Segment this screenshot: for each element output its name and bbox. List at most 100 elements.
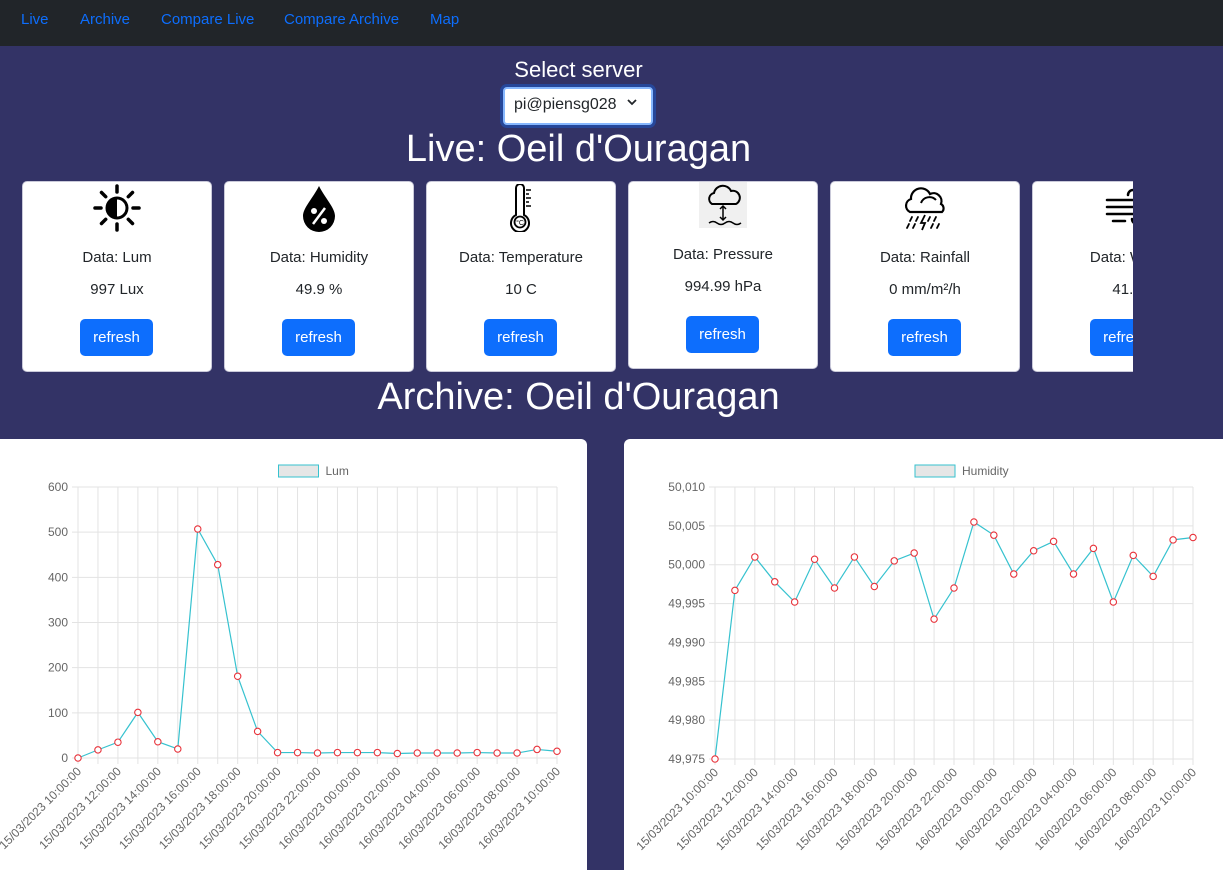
card-label: Data: Wind <box>1089 249 1133 266</box>
y-tick-label: 49,995 <box>668 597 705 611</box>
data-point <box>751 553 759 561</box>
data-point <box>1009 570 1018 578</box>
y-tick-label: 49,980 <box>668 713 705 727</box>
card-value: 997 Lux <box>90 281 144 298</box>
data-point <box>233 672 242 680</box>
y-tick-label: 300 <box>48 616 68 630</box>
data-point <box>413 749 422 757</box>
nav-compare-live[interactable]: Compare Live <box>161 11 254 28</box>
card-pressure: Data: Pressure 994.99 hPa refresh <box>628 181 818 369</box>
y-tick-label: 49,975 <box>668 752 705 766</box>
data-point <box>830 584 839 592</box>
card-label: Data: Rainfall <box>879 249 971 266</box>
y-tick-label: 49,990 <box>668 635 705 649</box>
refresh-button[interactable]: refresh <box>1090 319 1133 356</box>
nav-map[interactable]: Map <box>430 11 459 28</box>
data-point <box>711 755 719 763</box>
data-point <box>473 748 481 757</box>
card-value: 994.99 hPa <box>684 278 762 295</box>
humidity-drop-icon <box>225 184 413 237</box>
pressure-cloud-icon <box>629 182 817 233</box>
data-point <box>950 584 958 592</box>
data-point <box>333 748 342 757</box>
chart-panel-humidity: 50,010 50,005 50,000 49,995 49,990 49,985 49,9… <box>624 439 1223 870</box>
data-point <box>890 557 898 565</box>
data-point <box>930 615 938 623</box>
data-point <box>253 727 262 736</box>
server-select[interactable]: pi@piensg028 <box>503 87 653 125</box>
sun-icon <box>23 184 211 237</box>
data-point <box>1189 533 1197 542</box>
nav-archive[interactable]: Archive <box>80 11 130 28</box>
card-label: Data: Humidity <box>269 249 369 266</box>
legend-label: Lum <box>326 464 349 478</box>
data-point <box>213 560 222 569</box>
data-point <box>790 598 799 606</box>
data-point <box>293 748 302 757</box>
archive-title: Archive: Oeil d'Ouragan <box>377 376 780 418</box>
y-tick-label: 50,000 <box>668 558 705 572</box>
data-point <box>731 586 739 595</box>
data-point <box>1049 537 1058 546</box>
data-point <box>433 749 441 757</box>
nav-compare-archive[interactable]: Compare Archive <box>284 11 399 28</box>
card-label: Data: Lum <box>82 249 152 266</box>
data-point <box>353 748 362 757</box>
y-tick-label: 500 <box>48 525 68 539</box>
y-tick-label: 50,005 <box>668 519 705 533</box>
lum-chart: 600500400300200100015/03/2023 10:00:0015… <box>0 464 563 852</box>
data-point <box>990 531 998 539</box>
server-select-value: pi@piensg028 <box>514 96 617 113</box>
card-value: 41.1 <box>1112 281 1133 298</box>
refresh-button[interactable]: refresh <box>80 319 153 356</box>
y-tick-label: 50,010 <box>668 480 705 494</box>
card-humidity: Data: Humidity 49.9 % refresh <box>224 181 414 372</box>
refresh-button[interactable]: refresh <box>686 316 759 353</box>
data-point <box>74 754 82 762</box>
data-point <box>910 549 918 557</box>
card-label: Data: Temperature <box>459 249 583 266</box>
card-value: 10 C <box>505 281 537 298</box>
data-point <box>94 746 102 754</box>
data-point <box>154 737 162 746</box>
svg-text:°C: °C <box>516 219 524 227</box>
data-point <box>273 748 282 757</box>
data-point <box>870 582 879 591</box>
card-lum: Data: Lum 997 Lux refresh <box>22 181 212 372</box>
data-point <box>513 749 521 757</box>
data-point <box>1149 572 1157 581</box>
y-tick-label: 49,985 <box>668 674 705 688</box>
data-point <box>970 518 978 526</box>
refresh-button[interactable]: refresh <box>484 319 557 356</box>
data-point <box>771 578 779 586</box>
legend-swatch <box>278 464 319 478</box>
data-point <box>114 738 122 746</box>
card-wind: Data: Wind 41.1 refresh <box>1032 181 1133 372</box>
card-label: Data: Pressure <box>672 246 774 263</box>
refresh-button[interactable]: refresh <box>282 319 355 356</box>
data-point <box>553 747 561 755</box>
data-point <box>850 553 859 561</box>
card-value: 0 mm/m²/h <box>889 281 961 298</box>
chevron-down-icon <box>626 96 638 111</box>
data-point <box>134 708 142 717</box>
live-title: Live: Oeil d'Ouragan <box>405 128 752 170</box>
data-point <box>194 525 202 533</box>
y-tick-label: 200 <box>48 661 68 675</box>
data-point <box>174 745 182 753</box>
data-point <box>373 748 382 757</box>
data-point <box>1129 551 1137 560</box>
thermometer-icon: °C <box>427 183 615 237</box>
y-tick-label: 600 <box>48 480 68 494</box>
card-value: 49.9 % <box>295 281 343 298</box>
card-temperature: °C Data: Temperature 10 C refresh <box>426 181 616 372</box>
data-point <box>453 749 461 757</box>
y-tick-label: 100 <box>48 706 68 720</box>
data-point <box>1109 598 1118 606</box>
refresh-button[interactable]: refresh <box>888 319 961 356</box>
nav-live[interactable]: Live <box>21 11 49 28</box>
data-point <box>1089 544 1098 553</box>
data-point <box>313 749 322 757</box>
humidity-chart: 50,010 50,005 50,000 49,995 49,990 49,985 49,9… <box>633 464 1199 853</box>
data-point <box>493 749 501 757</box>
